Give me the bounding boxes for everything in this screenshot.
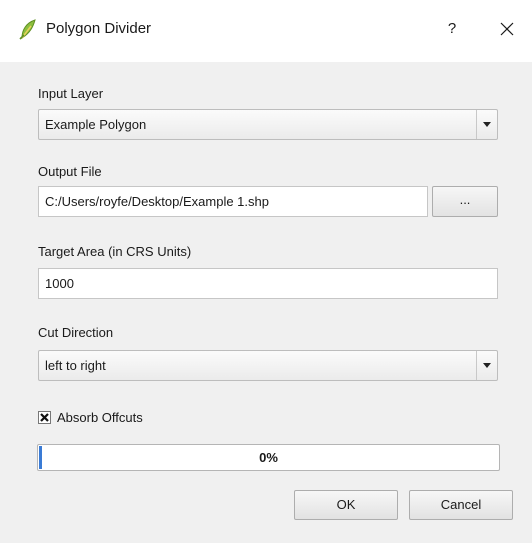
cut-direction-dropdown-button[interactable] xyxy=(476,351,497,380)
progress-bar: 0% xyxy=(37,444,500,471)
absorb-offcuts-checkbox[interactable] xyxy=(38,411,51,424)
output-file-field[interactable] xyxy=(38,186,428,217)
browse-button[interactable]: ... xyxy=(432,186,498,217)
close-button[interactable] xyxy=(494,15,520,43)
absorb-offcuts-label: Absorb Offcuts xyxy=(57,410,143,425)
cut-direction-value: left to right xyxy=(45,358,106,373)
chevron-down-icon xyxy=(483,122,491,127)
cut-direction-label: Cut Direction xyxy=(38,325,114,340)
ok-button[interactable]: OK xyxy=(294,490,398,520)
title-bar: Polygon Divider ? xyxy=(0,0,532,62)
output-file-label: Output File xyxy=(38,164,102,179)
window-title: Polygon Divider xyxy=(46,20,152,37)
close-x-icon xyxy=(500,22,514,36)
input-layer-dropdown-button[interactable] xyxy=(476,110,497,139)
target-area-field[interactable] xyxy=(38,268,498,299)
help-button[interactable]: ? xyxy=(440,16,464,42)
qgis-leaf-icon xyxy=(19,19,36,40)
progress-text: 0% xyxy=(259,450,278,465)
check-x-icon xyxy=(40,413,49,422)
polygon-divider-dialog: Polygon Divider ? Input Layer Example Po… xyxy=(0,0,532,543)
input-layer-value: Example Polygon xyxy=(45,117,147,132)
input-layer-label: Input Layer xyxy=(38,86,104,101)
input-layer-select[interactable]: Example Polygon xyxy=(38,109,498,140)
target-area-label: Target Area (in CRS Units) xyxy=(38,244,192,259)
chevron-down-icon xyxy=(483,363,491,368)
cut-direction-select[interactable]: left to right xyxy=(38,350,498,381)
cancel-button[interactable]: Cancel xyxy=(409,490,513,520)
